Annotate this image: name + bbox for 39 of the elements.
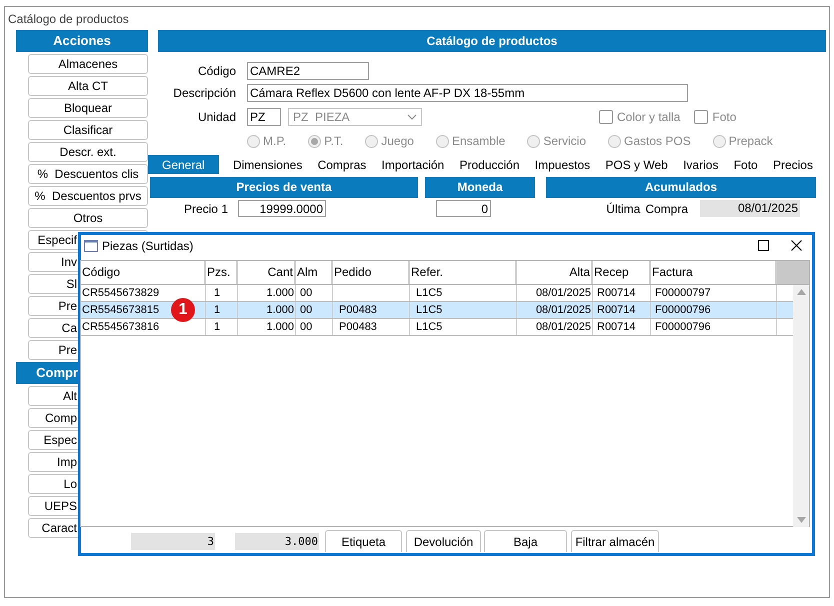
table-cell: R00714 <box>597 286 636 299</box>
table-cell: 1 <box>214 286 220 299</box>
table-cell: F00000796 <box>655 320 711 333</box>
field-label: Precio 1 <box>182 200 228 218</box>
table-cell: 1.000 <box>266 320 294 333</box>
table-cell: L1C5 <box>416 304 442 316</box>
table-cell: 08/01/2025 <box>536 304 591 316</box>
table-cell: 00 <box>300 320 312 333</box>
dialog-title: Piezas (Surtidas) <box>102 238 194 255</box>
table-cell: F00000797 <box>655 286 711 299</box>
table-cell: 1.000 <box>266 286 294 299</box>
window-title: Catálogo de productos <box>8 12 129 26</box>
section-header: Moneda <box>425 177 535 198</box>
field-label: Compra <box>645 200 688 218</box>
table-cell: 1 <box>214 320 220 333</box>
field-label: Descripción <box>172 85 236 102</box>
table-cell: 00 <box>300 304 312 316</box>
table-cell: 08/01/2025 <box>536 320 591 333</box>
table-cell: R00714 <box>597 304 636 316</box>
table-cell: P00483 <box>339 304 377 316</box>
readonly-field: 3 <box>131 532 215 550</box>
table-cell: 1.000 <box>266 304 294 316</box>
field-label: Última <box>606 200 640 218</box>
field-label: Código <box>196 63 236 80</box>
table-cell: F00000796 <box>655 304 711 316</box>
table-cell: 00 <box>300 286 312 299</box>
section-header: Acumulados <box>546 177 816 198</box>
table-cell: L1C5 <box>416 286 442 299</box>
table-cell: P00483 <box>339 320 377 333</box>
section-header: Acciones <box>16 30 148 52</box>
table-cell: L1C5 <box>416 320 442 333</box>
field-label: Unidad <box>196 109 236 126</box>
panel-header: Catálogo de productos <box>158 30 826 52</box>
table-cell: 08/01/2025 <box>536 286 591 299</box>
table-cell: R00714 <box>597 320 636 333</box>
readonly-field: 08/01/2025 <box>700 200 800 217</box>
readonly-field: 3.000 <box>235 532 319 550</box>
table-cell: 1 <box>214 304 220 316</box>
section-header: Precios de venta <box>150 177 418 198</box>
